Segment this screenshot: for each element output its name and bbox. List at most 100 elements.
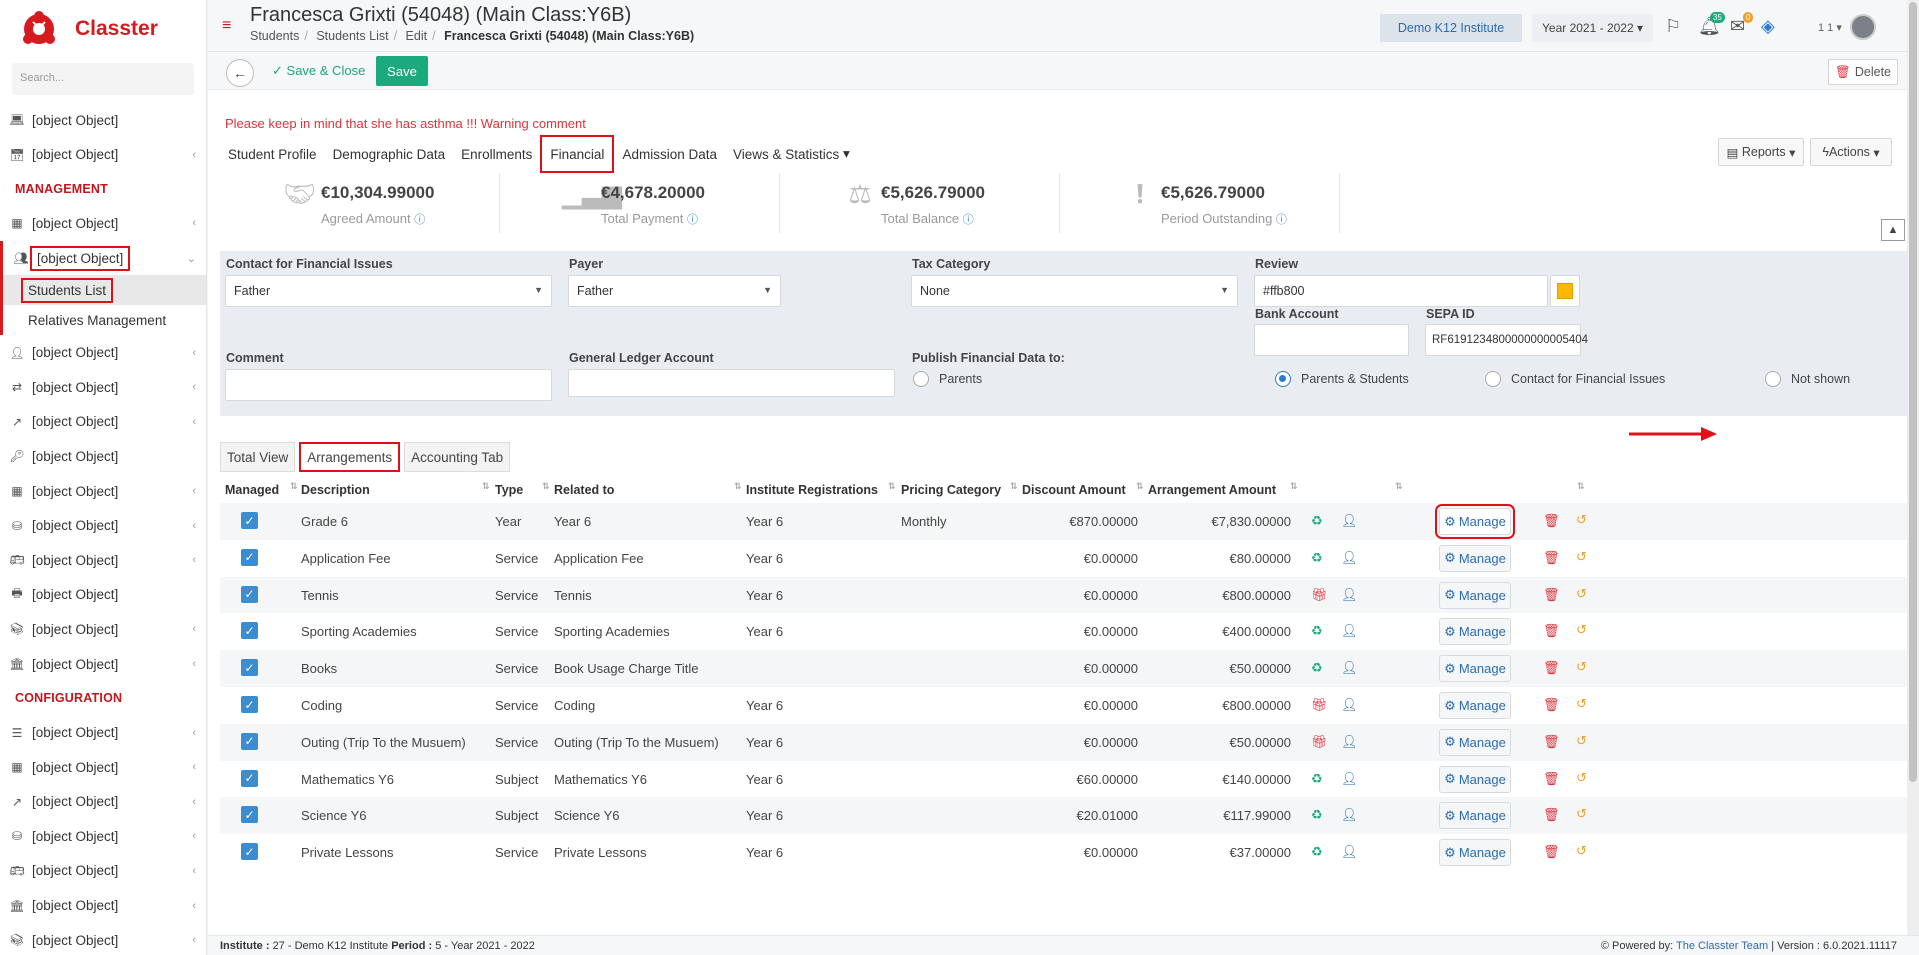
trash-icon[interactable]: 🗑︎: [1543, 734, 1560, 750]
table-row[interactable]: ✓ Books Service Book Usage Charge Title €0.0…: [220, 650, 1907, 687]
col-arrangement[interactable]: Arrangement Amount: [1148, 483, 1276, 497]
tab-financial[interactable]: Financial: [540, 135, 615, 173]
radio-parents[interactable]: Parents: [913, 371, 982, 387]
radio-parents-students[interactable]: Parents & Students: [1275, 371, 1409, 387]
managed-checkbox[interactable]: ✓: [241, 732, 258, 750]
sidebar-item-financial-settings[interactable]: ⛁ [object Object] ‹: [0, 819, 206, 854]
sort-icon[interactable]: ⇅: [1010, 481, 1018, 492]
managed-checkbox[interactable]: ✓: [241, 843, 258, 861]
managed-checkbox[interactable]: ✓: [241, 512, 258, 529]
manage-button[interactable]: ⚙ Manage: [1439, 839, 1511, 867]
money-refresh-icon[interactable]: ♻: [1311, 771, 1323, 787]
history-icon[interactable]: ↺: [1576, 770, 1587, 786]
manage-button[interactable]: ⚙ Manage: [1435, 504, 1515, 539]
comment-input[interactable]: [225, 369, 552, 401]
sort-icon[interactable]: ⇅: [1290, 481, 1298, 492]
history-icon[interactable]: ↺: [1576, 586, 1587, 602]
sort-icon[interactable]: ⇅: [1136, 481, 1144, 492]
breadcrumb-students-list[interactable]: Students List: [316, 29, 388, 43]
logo[interactable]: Classter: [0, 0, 206, 58]
sidebar-search-input[interactable]: Search...: [12, 63, 194, 95]
money-refresh-icon[interactable]: ♻: [1311, 513, 1323, 529]
save-button[interactable]: Save: [376, 56, 428, 86]
col-type[interactable]: Type: [495, 483, 523, 497]
sidebar-item-admission[interactable]: 🏛︎ [object Object] ‹: [0, 888, 206, 923]
sidebar-item-main-settings[interactable]: ☰ [object Object] ‹: [0, 715, 206, 750]
sidebar-item-dashboard[interactable]: 💻︎ [object Object]: [0, 103, 206, 138]
money-refresh-icon[interactable]: ♻: [1311, 623, 1323, 639]
table-row[interactable]: ✓ Application Fee Service Application Fee Ye…: [220, 540, 1907, 577]
info-icon[interactable]: ⓘ: [1276, 214, 1287, 226]
user-check-icon[interactable]: 👤︎: [1341, 734, 1358, 750]
classter-team-link[interactable]: The Classter Team: [1676, 940, 1768, 952]
collapse-button[interactable]: ▲: [1881, 219, 1905, 241]
subtab-arrangements[interactable]: Arrangements: [299, 442, 401, 472]
trash-icon[interactable]: 🗑︎: [1543, 587, 1560, 603]
col-discount[interactable]: Discount Amount: [1022, 483, 1126, 497]
table-row[interactable]: ✓ Coding Service Coding Year 6 €0.00000 €800.0…: [220, 687, 1907, 724]
user-check-icon[interactable]: 👤︎: [1341, 771, 1358, 787]
managed-checkbox[interactable]: ✓: [241, 696, 258, 713]
table-row[interactable]: ✓ Sporting Academies Service Sporting Acade…: [220, 613, 1907, 650]
gift-icon[interactable]: 🎁︎: [1311, 734, 1328, 750]
manage-button[interactable]: ⚙ Manage: [1439, 581, 1511, 609]
breadcrumb-edit[interactable]: Edit: [406, 29, 428, 43]
user-check-icon[interactable]: 👤︎: [1341, 660, 1358, 676]
user-check-icon[interactable]: 👤︎: [1341, 807, 1358, 823]
table-row[interactable]: ✓ Science Y6 Subject Science Y6 Year 6 €20.01…: [220, 797, 1907, 835]
col-managed[interactable]: Managed: [225, 483, 279, 497]
money-refresh-icon[interactable]: ♻: [1311, 807, 1323, 823]
trash-icon[interactable]: 🗑︎: [1543, 697, 1560, 713]
actions-dropdown[interactable]: ϟ Actions ▾: [1810, 138, 1892, 166]
payer-select[interactable]: Father ▼: [568, 275, 781, 307]
contact-select[interactable]: Father ▼: [225, 275, 552, 307]
delete-button[interactable]: 🗑︎ Delete: [1828, 59, 1898, 85]
vertical-scrollbar[interactable]: [1907, 0, 1919, 935]
user-menu[interactable]: 1 1 ▾: [1818, 21, 1842, 34]
sidebar-item-academic-tasks[interactable]: ▦ [object Object] ‹: [0, 474, 206, 509]
trash-icon[interactable]: 🗑︎: [1543, 807, 1560, 823]
history-icon[interactable]: ↺: [1576, 843, 1587, 859]
manage-button[interactable]: ⚙ Manage: [1439, 765, 1511, 793]
year-selector[interactable]: Year 2021 - 2022 ▾: [1532, 14, 1653, 42]
flag-icon[interactable]: ⚐: [1665, 16, 1681, 37]
user-check-icon[interactable]: 👤︎: [1341, 697, 1358, 713]
back-button[interactable]: ←: [226, 59, 254, 87]
sidebar-subitem-students-list[interactable]: Students List: [0, 275, 206, 306]
sidebar-item-enrollments[interactable]: ⇄ [object Object] ‹: [0, 370, 206, 405]
history-icon[interactable]: ↺: [1576, 696, 1587, 712]
history-icon[interactable]: ↺: [1576, 806, 1587, 822]
gift-icon[interactable]: 🎁︎: [1311, 587, 1328, 603]
sidebar-subitem-relatives-management[interactable]: Relatives Management: [0, 305, 206, 335]
general-ledger-input[interactable]: [568, 369, 895, 397]
managed-checkbox[interactable]: ✓: [241, 622, 258, 640]
sort-icon[interactable]: ⇅: [888, 481, 896, 492]
sidebar-item-transportation[interactable]: 🚌︎ [object Object] ‹: [0, 543, 206, 578]
history-icon[interactable]: ↺: [1576, 659, 1587, 675]
user-check-icon[interactable]: 👤︎: [1341, 513, 1358, 529]
user-check-icon[interactable]: 👤︎: [1341, 844, 1358, 860]
trash-icon[interactable]: 🗑︎: [1543, 623, 1560, 639]
info-icon[interactable]: ⓘ: [414, 214, 425, 226]
money-refresh-icon[interactable]: ♻: [1311, 844, 1323, 860]
trash-icon[interactable]: 🗑︎: [1543, 513, 1560, 529]
managed-checkbox[interactable]: ✓: [241, 769, 258, 787]
tab-student-profile[interactable]: Student Profile: [220, 137, 325, 171]
tab-enrollments[interactable]: Enrollments: [453, 137, 540, 171]
sort-icon[interactable]: ⇅: [1577, 481, 1585, 492]
info-icon[interactable]: ⓘ: [687, 214, 698, 226]
sidebar-item-admission[interactable]: 🏛︎ [object Object] ‹: [0, 647, 206, 682]
sidebar-item-academic-settings[interactable]: ▦ [object Object] ‹: [0, 750, 206, 785]
manage-button[interactable]: ⚙ Manage: [1439, 728, 1511, 756]
col-pricing[interactable]: Pricing Category: [901, 483, 1001, 497]
managed-checkbox[interactable]: ✓: [241, 585, 258, 603]
sidebar-item-crm[interactable]: ↗ [object Object] ‹: [0, 405, 206, 440]
radio-contact[interactable]: Contact for Financial Issues: [1485, 371, 1665, 387]
sidebar-item-calendar[interactable]: 📅︎ [object Object] ‹: [0, 138, 206, 173]
table-row[interactable]: ✓ Grade 6 Year Year 6 Year 6 Monthly €870.0000…: [220, 503, 1907, 540]
managed-checkbox[interactable]: ✓: [241, 806, 258, 824]
history-icon[interactable]: ↺: [1576, 549, 1587, 565]
manage-button[interactable]: ⚙ Manage: [1439, 692, 1511, 719]
tab-views-statistics[interactable]: Views & Statistics ▾: [725, 137, 858, 171]
sidebar-item-personnel-contacts[interactable]: 👤︎ [object Object] ‹: [0, 335, 206, 370]
